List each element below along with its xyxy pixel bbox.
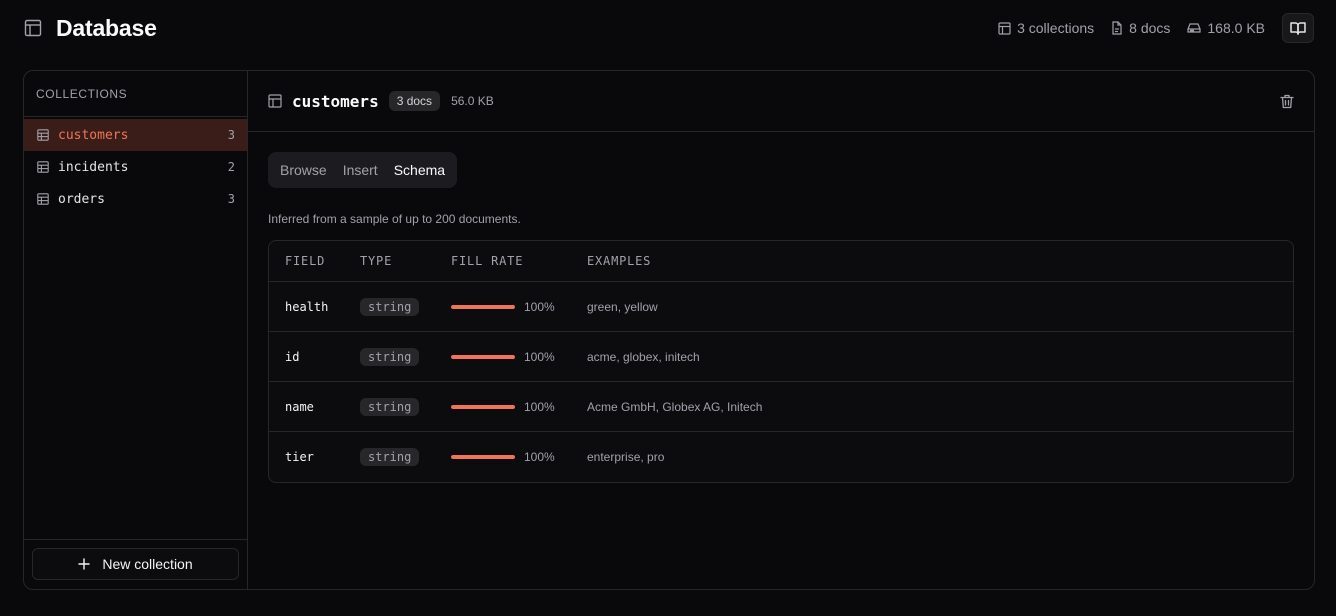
fill-rate-bar-fill: [451, 354, 515, 359]
sidebar-footer: New collection: [24, 539, 247, 589]
collection-count: 2: [227, 160, 235, 174]
schema-header-row: FIELD TYPE FILL RATE EXAMPLES: [269, 241, 1293, 282]
sidebar-item-customers[interactable]: customers 3: [24, 119, 247, 151]
field-name: tier: [285, 450, 314, 464]
field-name: health: [285, 299, 329, 314]
fill-rate-label: 100%: [524, 399, 555, 414]
database-panel: COLLECTIONS customers 3 incidents 2 orde…: [23, 70, 1315, 590]
collection-name: incidents: [58, 159, 129, 175]
table-row: health string 100% green, yellow: [269, 282, 1293, 332]
table-row: tier string 100% enterprise, pro: [269, 432, 1293, 482]
collection-content: customers 3 docs 56.0 KB Browse Insert S…: [248, 71, 1314, 589]
table-icon: [998, 21, 1011, 35]
sidebar-item-orders[interactable]: orders 3: [24, 183, 247, 215]
fill-rate-bar-fill: [451, 404, 515, 409]
tab-browse[interactable]: Browse: [272, 156, 335, 184]
new-collection-label: New collection: [102, 556, 193, 572]
field-examples: enterprise, pro: [587, 450, 665, 464]
docs-count: 8 docs: [1129, 20, 1171, 36]
title-group: Database: [24, 15, 157, 42]
docs-stat: 8 docs: [1111, 20, 1170, 36]
fill-rate-bar: [451, 404, 515, 409]
fill-rate: 100%: [451, 350, 587, 364]
type-pill: string: [360, 397, 420, 416]
fill-rate: 100%: [451, 300, 587, 314]
database-stats: 3 collections 8 docs 168.0 KB: [998, 13, 1314, 43]
fill-rate-bar: [451, 354, 515, 359]
collection-title: customers: [292, 91, 379, 111]
field-examples: Acme GmbH, Globex AG, Initech: [587, 399, 763, 414]
table-row: name string 100% Acme GmbH, Globex AG, I…: [269, 382, 1293, 432]
app-header: Database 3 collections 8 docs 168.0 KB: [24, 0, 1314, 56]
trash-icon: [1280, 94, 1294, 109]
fill-rate-label: 100%: [524, 349, 555, 364]
fill-rate-label: 100%: [524, 299, 555, 314]
fill-rate-bar: [451, 455, 515, 459]
hard-drive-icon: [1187, 22, 1201, 34]
collection-header: customers 3 docs 56.0 KB: [248, 71, 1314, 132]
fill-rate: 100%: [451, 400, 587, 414]
size-stat: 168.0 KB: [1187, 20, 1265, 36]
page-title: Database: [56, 14, 157, 41]
column-header-fill-rate: FILL RATE: [451, 254, 524, 268]
field-examples: acme, globex, initech: [587, 349, 700, 364]
column-header-examples: EXAMPLES: [587, 254, 652, 268]
plus-icon: [78, 558, 91, 570]
fill-rate-bar: [451, 304, 515, 309]
collections-count: 3 collections: [1017, 20, 1095, 36]
collections-stat: 3 collections: [998, 20, 1094, 36]
table-row: id string 100% acme, globex, initech: [269, 332, 1293, 382]
fill-rate-bar-fill: [451, 455, 515, 459]
fill-rate: 100%: [451, 450, 587, 464]
sidebar-heading: COLLECTIONS: [24, 71, 247, 117]
collection-count: 3: [227, 128, 235, 142]
collection-name: orders: [58, 191, 105, 207]
type-pill: string: [360, 297, 420, 316]
collection-list: customers 3 incidents 2 orders 3: [24, 117, 247, 215]
collection-size: 56.0 KB: [451, 94, 494, 108]
table-icon: [37, 129, 49, 141]
tab-schema[interactable]: Schema: [386, 156, 453, 184]
docs-badge: 3 docs: [388, 91, 441, 111]
book-open-icon: [1290, 21, 1306, 35]
fill-rate-bar-fill: [451, 304, 515, 309]
collection-name: customers: [58, 127, 129, 143]
fill-rate-label: 100%: [524, 450, 555, 464]
schema-table: FIELD TYPE FILL RATE EXAMPLES health str…: [268, 240, 1294, 483]
docs-button[interactable]: [1282, 13, 1314, 43]
field-name: name: [285, 399, 314, 414]
schema-note: Inferred from a sample of up to 200 docu…: [268, 212, 521, 226]
table-icon: [268, 94, 282, 108]
field-examples: green, yellow: [587, 299, 658, 314]
column-header-field: FIELD: [285, 254, 326, 268]
table-icon: [24, 19, 42, 37]
collection-count: 3: [227, 192, 235, 206]
file-icon: [1111, 21, 1123, 35]
new-collection-button[interactable]: New collection: [32, 548, 239, 580]
type-pill: string: [360, 448, 420, 466]
table-icon: [37, 161, 49, 173]
view-tabs: Browse Insert Schema: [268, 152, 458, 188]
total-size: 168.0 KB: [1207, 20, 1265, 36]
tab-insert[interactable]: Insert: [335, 156, 386, 184]
collections-sidebar: COLLECTIONS customers 3 incidents 2 orde…: [24, 71, 248, 589]
type-pill: string: [360, 347, 420, 366]
delete-collection-button[interactable]: [1280, 94, 1294, 109]
table-icon: [37, 193, 49, 205]
column-header-type: TYPE: [360, 254, 393, 268]
field-name: id: [285, 349, 300, 364]
sidebar-item-incidents[interactable]: incidents 2: [24, 151, 247, 183]
